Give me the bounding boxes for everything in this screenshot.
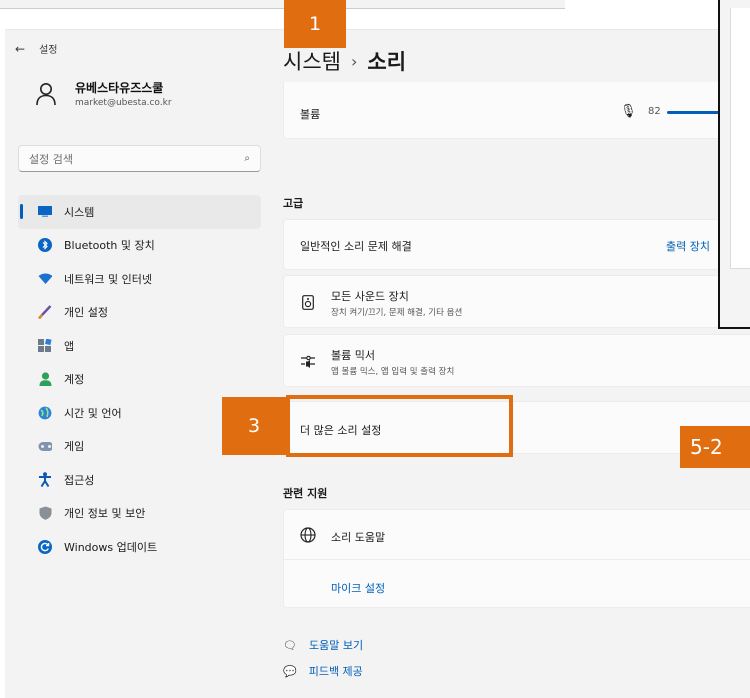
troubleshoot-row[interactable]: 일반적인 소리 문제 해결 출력 장치 [283,219,750,270]
volume-mixer-sub: 앱 볼륨 믹스, 앱 입력 및 출력 장치 [331,367,455,377]
user-profile[interactable]: 유베스타유즈스쿨 market@ubesta.co.kr [33,79,172,108]
sidebar-item-privacy[interactable]: 개인 정보 및 보안 [18,497,261,531]
volume-mixer-row[interactable]: 볼륨 믹서 앱 볼륨 믹스, 앱 입력 및 출력 장치 [283,334,750,387]
network-icon [38,272,52,286]
microphone-settings-link[interactable]: 마이크 설정 [331,580,385,596]
feedback-icon: 💬 [283,664,297,678]
update-icon [38,539,52,554]
account-icon [38,372,52,387]
output-device-link[interactable]: 출력 장치 [666,238,710,254]
get-help-label: 도움말 보기 [308,639,364,652]
volume-value: 82 [648,106,661,117]
annotation-tag-3: 3 [222,397,286,455]
profile-email: market@ubesta.co.kr [75,98,172,108]
overlapping-window-edge [718,0,750,329]
annotation-highlight-box [286,395,513,457]
related-support-title: 관련 지원 [283,487,328,500]
annotation-tag-1: 1 [284,0,346,48]
sidebar-item-accounts[interactable]: 계정 [18,363,261,397]
window-title: 설정 [39,45,58,56]
sidebar-item-label: 네트워크 및 인터넷 [64,272,152,286]
speaker-icon [300,294,316,310]
related-support-card: 소리 도움말 마이크 설정 [283,509,750,608]
help-chat-icon: 🗨 [283,638,297,652]
all-sound-devices-label: 모든 사운드 장치 [331,290,409,303]
profile-name: 유베스타유즈스쿨 [75,81,164,95]
page-title: 소리 [367,50,407,74]
volume-row: 볼륨 🎙 82 [283,82,750,139]
search-icon[interactable]: ⌕ [244,153,250,164]
breadcrumb-separator: › [350,51,358,71]
mixer-icon [300,353,316,369]
system-icon [38,205,52,219]
gamepad-icon [38,439,52,453]
sidebar-item-label: 개인 설정 [64,306,108,320]
settings-search-input[interactable]: 설정 검색 ⌕ [18,145,261,172]
sidebar-item-label: 시간 및 언어 [64,406,122,420]
breadcrumb: 시스템 › 소리 [283,46,406,76]
all-sound-devices-sub: 장치 켜기/끄기, 문제 해결, 기타 옵션 [331,308,463,318]
sidebar-item-label: Windows 업데이트 [64,540,158,554]
top-edge-strip [0,0,565,9]
sidebar-item-bluetooth[interactable]: Bluetooth 및 장치 [18,229,261,263]
sidebar-item-label: 앱 [64,339,75,353]
breadcrumb-parent[interactable]: 시스템 [283,46,341,76]
sidebar-item-label: 개인 정보 및 보안 [64,507,146,521]
apps-icon [38,339,52,353]
avatar-icon [33,81,59,107]
bluetooth-icon [38,238,52,253]
back-arrow-icon[interactable]: ← [15,42,25,56]
annotation-tag-5-2: 5-2 [680,426,750,468]
give-feedback-link[interactable]: 💬 피드백 제공 [283,663,363,679]
sound-help-label: 소리 도움말 [331,531,386,544]
all-sound-devices-row[interactable]: 모든 사운드 장치 장치 켜기/끄기, 문제 해결, 기타 옵션 [283,275,750,328]
troubleshoot-label: 일반적인 소리 문제 해결 [300,240,412,253]
volume-label: 볼륨 [300,108,321,121]
advanced-section-title: 고급 [283,197,304,210]
title-bar: ← 설정 [15,41,58,57]
sidebar-item-personalization[interactable]: 개인 설정 [18,296,261,330]
sidebar-nav: 시스템 Bluetooth 및 장치 네트워크 및 인터넷 개인 설정 앱 계정… [18,195,261,564]
sidebar-item-network[interactable]: 네트워크 및 인터넷 [18,262,261,296]
sidebar-item-apps[interactable]: 앱 [18,329,261,363]
globe-clock-icon [38,406,52,420]
sidebar-item-label: 시스템 [64,205,95,219]
accessibility-icon [38,472,52,488]
sidebar-item-windows-update[interactable]: Windows 업데이트 [18,530,261,564]
sidebar-item-system[interactable]: 시스템 [18,195,261,229]
sidebar-item-accessibility[interactable]: 접근성 [18,463,261,497]
globe-icon [300,527,316,547]
shield-icon [38,506,52,521]
volume-mixer-label: 볼륨 믹서 [331,349,375,362]
sound-help-row[interactable]: 소리 도움말 [284,510,750,560]
sidebar-item-label: Bluetooth 및 장치 [64,239,155,253]
microphone-icon: 🎙 [620,104,637,119]
get-help-link[interactable]: 🗨 도움말 보기 [283,637,363,653]
sidebar-item-label: 접근성 [64,473,95,487]
sidebar-item-label: 계정 [64,373,85,387]
sidebar-item-label: 게임 [64,440,85,454]
brush-icon [38,305,52,320]
search-placeholder: 설정 검색 [29,152,73,166]
give-feedback-label: 피드백 제공 [308,665,363,678]
